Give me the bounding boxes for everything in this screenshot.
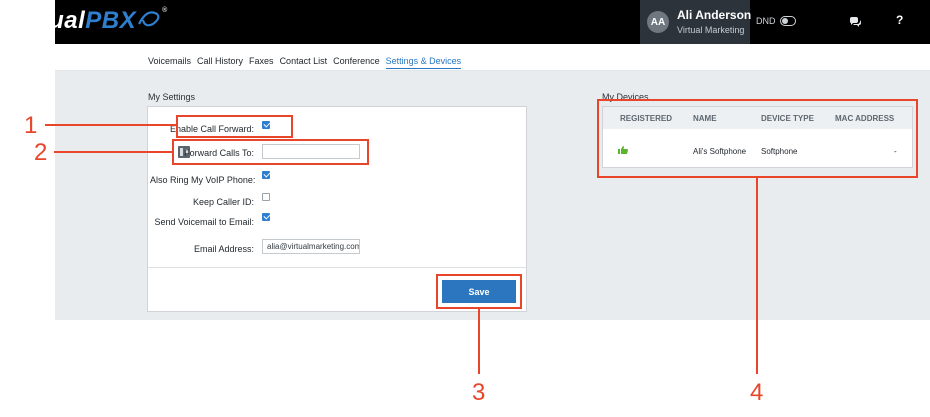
callout-box-3 <box>436 274 522 309</box>
avatar[interactable]: AA <box>647 11 669 33</box>
callout-number-4: 4 <box>750 379 764 406</box>
my-settings-title: My Settings <box>148 92 196 102</box>
user-name: Ali Anderson <box>677 8 752 22</box>
dnd-toggle[interactable]: DND <box>756 16 796 26</box>
email-address-input[interactable]: alia@virtualmarketing.com <box>262 239 360 254</box>
email-address-label: Email Address: <box>193 244 254 254</box>
callout-box-4 <box>597 99 918 178</box>
logo-pbx-text: PBX <box>85 7 137 34</box>
virtualpbx-logo[interactable]: Virtual PBX ® <box>8 7 168 35</box>
keep-caller-id-checkbox[interactable] <box>262 193 270 201</box>
callout-line-3 <box>478 309 480 374</box>
user-organization: Virtual Marketing <box>677 25 745 35</box>
callout-number-1: 1 <box>24 112 38 139</box>
top-bar <box>55 0 930 44</box>
logo-trademark: ® <box>162 7 168 14</box>
settings-divider <box>148 267 526 268</box>
callout-number-2: 2 <box>34 139 48 166</box>
callout-line-2 <box>54 151 172 153</box>
tab-settings-devices[interactable]: Settings & Devices <box>385 56 462 69</box>
also-ring-voip-checkbox[interactable] <box>262 171 270 179</box>
logo-swoosh-icon <box>138 11 160 27</box>
callout-box-2 <box>172 139 369 165</box>
tab-contact-list[interactable]: Contact List <box>280 56 328 69</box>
callout-line-1 <box>45 124 176 126</box>
send-voicemail-label: Send Voicemail to Email: <box>154 217 254 227</box>
send-voicemail-checkbox[interactable] <box>262 213 270 221</box>
tab-conference[interactable]: Conference <box>333 56 380 69</box>
tab-call-history[interactable]: Call History <box>197 56 243 69</box>
tab-faxes[interactable]: Faxes <box>249 56 274 69</box>
help-icon[interactable]: ? <box>896 13 903 27</box>
also-ring-voip-label: Also Ring My VoIP Phone: <box>150 175 256 185</box>
logo-virtual-text: Virtual <box>8 7 86 34</box>
callout-number-3: 3 <box>472 379 486 406</box>
dnd-label: DND <box>756 16 776 26</box>
tab-voicemails[interactable]: Voicemails <box>148 56 191 69</box>
callout-line-4 <box>756 178 758 374</box>
chat-icon[interactable] <box>848 15 862 29</box>
keep-caller-id-label: Keep Caller ID: <box>192 197 254 207</box>
toggle-switch-icon[interactable] <box>779 16 796 26</box>
callout-box-1 <box>176 115 293 138</box>
main-nav: Voicemails Call History Faxes Contact Li… <box>148 56 462 69</box>
